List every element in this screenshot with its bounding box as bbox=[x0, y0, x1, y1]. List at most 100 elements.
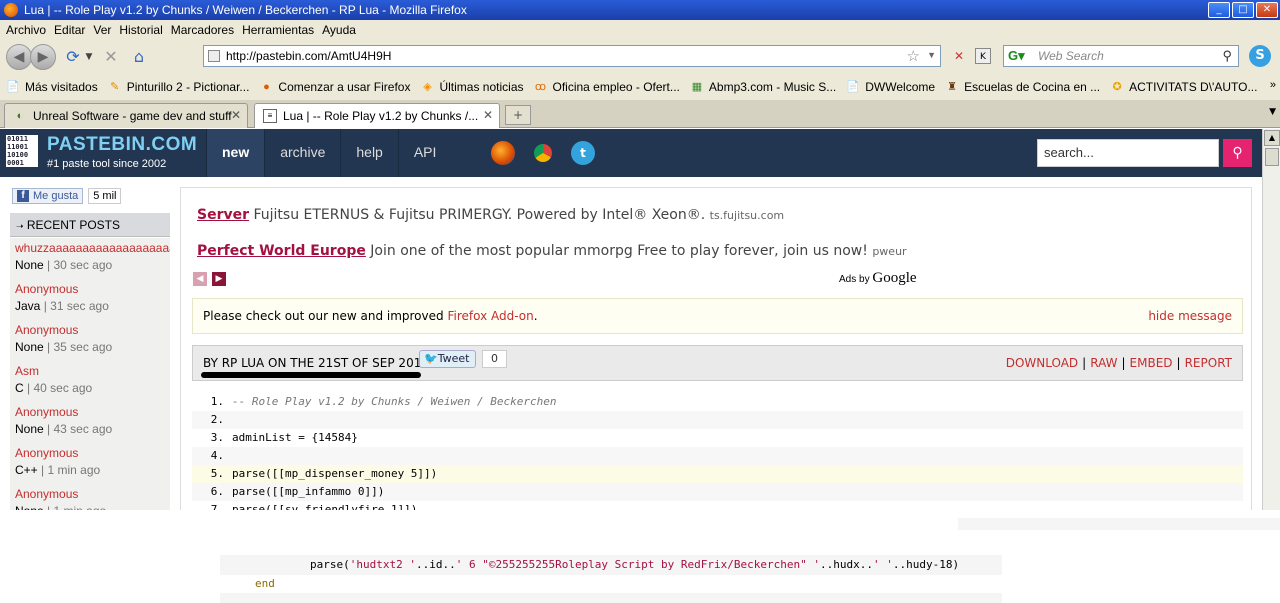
nav-new[interactable]: new bbox=[206, 129, 265, 177]
close-tab-icon[interactable]: ✕ bbox=[231, 108, 241, 122]
list-item[interactable]: Anonymous None | 43 sec ago bbox=[10, 402, 170, 443]
notice-suffix: . bbox=[533, 309, 538, 323]
url-dropdown-icon[interactable]: ▼ bbox=[927, 50, 936, 60]
post-time: 31 sec ago bbox=[50, 299, 109, 313]
bookmark-item[interactable]: ꝏ Oficina empleo - Ofert... bbox=[534, 80, 680, 94]
menu-herramientas[interactable]: Herramientas bbox=[242, 23, 314, 37]
bookmark-label: Abmp3.com - Music S... bbox=[708, 79, 837, 94]
minimize-button[interactable]: _ bbox=[1208, 2, 1230, 18]
menu-marcadores[interactable]: Marcadores bbox=[171, 23, 234, 37]
code-string: 'hudtxt2 ' bbox=[349, 558, 416, 571]
menu-ayuda[interactable]: Ayuda bbox=[322, 23, 356, 37]
close-tab-icon[interactable]: ✕ bbox=[483, 108, 493, 122]
tab-list-dropdown-icon[interactable]: ▼ bbox=[1269, 107, 1276, 117]
nav-help[interactable]: help bbox=[340, 129, 397, 177]
ad-link[interactable]: Server bbox=[197, 207, 249, 223]
post-name[interactable]: whuzzaaaaaaaaaaaaaaaaaaaaaaaaa bbox=[15, 241, 170, 258]
facebook-like-button[interactable]: f Me gusta bbox=[12, 188, 84, 204]
tweet-button[interactable]: 🐦Tweet bbox=[419, 350, 477, 368]
code-listing: 1. -- Role Play v1.2 by Chunks / Weiwen /… bbox=[192, 393, 1243, 519]
scroll-up-icon[interactable]: ▲ bbox=[1264, 130, 1280, 146]
navigation-toolbar: ◀ ▶ ⟳ ▼ ✕ ⌂ http://pastebin.com/AmtU4H9H… bbox=[0, 40, 1280, 73]
close-window-button[interactable]: ✕ bbox=[1256, 2, 1278, 18]
post-name[interactable]: Asm bbox=[15, 364, 170, 381]
hide-message-link[interactable]: hide message bbox=[1148, 299, 1232, 333]
ad-source[interactable]: pweur bbox=[872, 245, 906, 258]
embed-link[interactable]: EMBED bbox=[1130, 356, 1173, 370]
menu-editar[interactable]: Editar bbox=[54, 23, 85, 37]
reload-icon[interactable]: ⟳ bbox=[62, 47, 84, 66]
ads-by-google[interactable]: Ads by Google bbox=[839, 270, 917, 287]
bookmark-item[interactable]: ▦ Abmp3.com - Music S... bbox=[690, 79, 837, 94]
search-icon[interactable]: ⚲ bbox=[1222, 48, 1232, 64]
addon-box-icon[interactable]: K bbox=[975, 48, 991, 64]
search-bar[interactable]: G▾ Web Search ⚲ bbox=[1003, 45, 1239, 67]
bookmark-item[interactable]: 📄 DWWelcome bbox=[846, 80, 935, 94]
nav-api[interactable]: API bbox=[397, 129, 452, 177]
new-tab-button[interactable]: + bbox=[505, 105, 531, 125]
history-dropdown-icon[interactable]: ▼ bbox=[84, 52, 94, 62]
list-item[interactable]: Anonymous None | 1 min ago bbox=[10, 484, 170, 513]
ad-link[interactable]: Perfect World Europe bbox=[197, 243, 366, 259]
pastebin-search-input[interactable]: search... bbox=[1037, 139, 1219, 167]
pastebin-search-button[interactable]: ⚲ bbox=[1223, 139, 1252, 167]
list-item[interactable]: whuzzaaaaaaaaaaaaaaaaaaaaaaaaaNone | 30 … bbox=[10, 238, 170, 279]
ad-next-icon[interactable]: ▶ bbox=[212, 272, 226, 286]
skype-icon[interactable]: S bbox=[1249, 45, 1271, 67]
code-text: -- Role Play v1.2 by Chunks / Weiwen / B… bbox=[232, 395, 557, 408]
line-number: 6. bbox=[210, 485, 224, 498]
post-name[interactable]: Anonymous bbox=[15, 323, 170, 340]
scroll-thumb[interactable] bbox=[1265, 148, 1279, 166]
forward-button[interactable]: ▶ bbox=[30, 43, 56, 70]
bookmark-item[interactable]: ♜ Escuelas de Cocina en ... bbox=[945, 80, 1100, 94]
nav-archive[interactable]: archive bbox=[264, 129, 340, 177]
list-item[interactable]: Asm C | 40 sec ago bbox=[10, 361, 170, 402]
post-name[interactable]: Anonymous bbox=[15, 282, 170, 299]
menu-archivo[interactable]: Archivo bbox=[6, 23, 46, 37]
addon-k-icon[interactable]: ✕ bbox=[951, 48, 967, 64]
menu-historial[interactable]: Historial bbox=[119, 23, 162, 37]
tab-unreal-software[interactable]: ◐ Unreal Software - game dev and stuff ✕ bbox=[4, 103, 248, 128]
search-engine-icon[interactable]: G▾ bbox=[1008, 48, 1025, 64]
bookmark-item[interactable]: 📄 Más visitados bbox=[6, 80, 98, 94]
bookmark-item[interactable]: ● Comenzar a usar Firefox bbox=[259, 80, 410, 94]
pastebin-logo[interactable]: PASTEBIN.COM bbox=[47, 134, 197, 156]
ad-prev-icon[interactable]: ◀ bbox=[193, 272, 207, 286]
window-title: Lua | -- Role Play v1.2 by Chunks / Weiw… bbox=[24, 3, 467, 17]
url-bar[interactable]: http://pastebin.com/AmtU4H9H ☆ ▼ bbox=[203, 45, 941, 67]
code-string: ' ' bbox=[872, 558, 893, 571]
bookmark-label: Últimas noticias bbox=[439, 79, 524, 94]
code-token: ..id.. bbox=[415, 558, 456, 571]
twitter-bird-icon: 🐦 bbox=[424, 352, 438, 365]
more-bookmarks-icon[interactable]: » bbox=[1270, 79, 1276, 91]
bookmark-item[interactable]: ✎ Pinturillo 2 - Pictionar... bbox=[108, 80, 249, 94]
document-icon: 📄 bbox=[6, 80, 20, 93]
twitter-icon[interactable]: t bbox=[571, 141, 595, 165]
list-item[interactable]: Anonymous Java | 31 sec ago bbox=[10, 279, 170, 320]
post-name[interactable]: Anonymous bbox=[15, 487, 170, 504]
home-icon[interactable]: ⌂ bbox=[128, 47, 150, 66]
menu-ver[interactable]: Ver bbox=[93, 23, 111, 37]
pastebin-logo-icon[interactable]: 01011 11001 10100 0001 bbox=[6, 135, 38, 167]
pencil-icon: ✎ bbox=[110, 80, 120, 93]
bookmark-star-icon[interactable]: ☆ bbox=[907, 47, 920, 65]
back-button[interactable]: ◀ bbox=[6, 43, 32, 70]
ad-source[interactable]: ts.fujitsu.com bbox=[710, 209, 785, 222]
firefox-addon-link[interactable]: Firefox Add-on bbox=[447, 309, 533, 323]
post-name[interactable]: Anonymous bbox=[15, 405, 170, 422]
chrome-addon-icon[interactable] bbox=[531, 141, 555, 165]
list-item[interactable]: Anonymous C++ | 1 min ago bbox=[10, 443, 170, 484]
tab-pastebin[interactable]: ≡ Lua | -- Role Play v1.2 by Chunks /...… bbox=[254, 103, 500, 128]
bookmark-item[interactable]: ◈ Últimas noticias bbox=[420, 80, 523, 94]
download-link[interactable]: DOWNLOAD bbox=[1006, 356, 1078, 370]
page-scrollbar[interactable]: ▲ bbox=[1262, 129, 1280, 513]
firefox-addon-icon[interactable] bbox=[491, 141, 515, 165]
maximize-button[interactable]: □ bbox=[1232, 2, 1254, 18]
facebook-like: f Me gusta 5 mil bbox=[12, 188, 122, 204]
raw-link[interactable]: RAW bbox=[1090, 356, 1117, 370]
report-link[interactable]: REPORT bbox=[1185, 356, 1232, 370]
list-item[interactable]: Anonymous None | 35 sec ago bbox=[10, 320, 170, 361]
stop-icon[interactable]: ✕ bbox=[100, 47, 122, 66]
bookmark-item[interactable]: ✪ ACTIVITATS D\'AUTO... bbox=[1110, 80, 1258, 94]
post-name[interactable]: Anonymous bbox=[15, 446, 170, 463]
